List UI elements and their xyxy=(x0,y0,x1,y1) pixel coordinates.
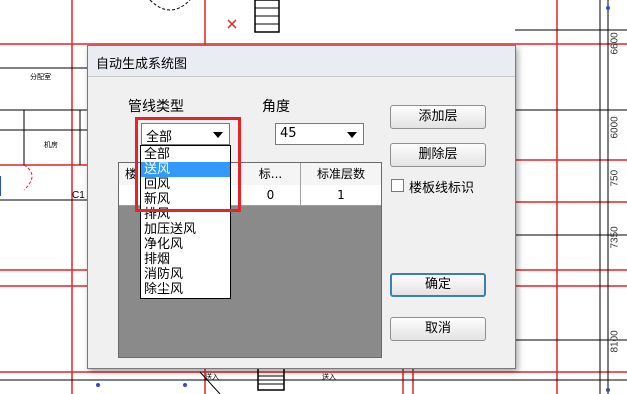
cancel-button[interactable]: 取消 xyxy=(390,317,486,341)
table-header-standard[interactable]: 标... xyxy=(241,163,301,185)
chevron-down-icon xyxy=(347,132,357,138)
angle-select[interactable]: 45 xyxy=(275,123,364,145)
delete-layer-button[interactable]: 删除层 xyxy=(390,143,486,167)
pipe-type-option-pressurized-supply[interactable]: 加压送风 xyxy=(141,222,230,237)
ok-button[interactable]: 确定 xyxy=(390,273,486,297)
cad-dimension-4: 7350 xyxy=(609,226,621,249)
pipe-type-label: 管线类型 xyxy=(128,99,184,115)
cad-label-room-1: 分配室 xyxy=(30,73,51,81)
angle-selected-value: 45 xyxy=(280,126,297,141)
floor-line-marker-checkbox[interactable] xyxy=(391,179,404,192)
cad-label-inlet-2: 送入 xyxy=(322,373,336,381)
table-header-standard-floor-count[interactable]: 标准层数 xyxy=(301,163,381,185)
annotation-highlight-frame xyxy=(135,117,241,212)
angle-label: 角度 xyxy=(262,99,290,115)
cad-dimension-2: 6000 xyxy=(609,116,621,139)
add-layer-button[interactable]: 添加层 xyxy=(390,105,486,129)
table-cell-standard-floor-count[interactable]: 1 xyxy=(301,185,381,205)
pipe-type-option-dust-removal[interactable]: 除尘风 xyxy=(141,282,230,297)
cad-dimension-5: 8100 xyxy=(609,330,621,353)
cad-label-room-2: 机房 xyxy=(44,141,58,149)
floor-line-marker-label: 楼板线标识 xyxy=(409,181,475,196)
pipe-type-option-clean-air[interactable]: 净化风 xyxy=(141,237,230,252)
cad-label-c1: C1 xyxy=(72,190,85,201)
table-cell-standard[interactable]: 0 xyxy=(241,185,301,205)
cad-dimension-1: 6600 xyxy=(609,32,621,55)
dialog-titlebar[interactable]: 自动生成系统图 xyxy=(88,46,515,77)
pipe-type-option-fire-air[interactable]: 消防风 xyxy=(141,267,230,282)
pipe-type-option-smoke-exhaust[interactable]: 排烟 xyxy=(141,252,230,267)
dialog-title: 自动生成系统图 xyxy=(96,57,188,72)
cad-dimension-3: 750 xyxy=(609,169,621,187)
cad-label-inlet-1: 送入 xyxy=(205,373,219,381)
